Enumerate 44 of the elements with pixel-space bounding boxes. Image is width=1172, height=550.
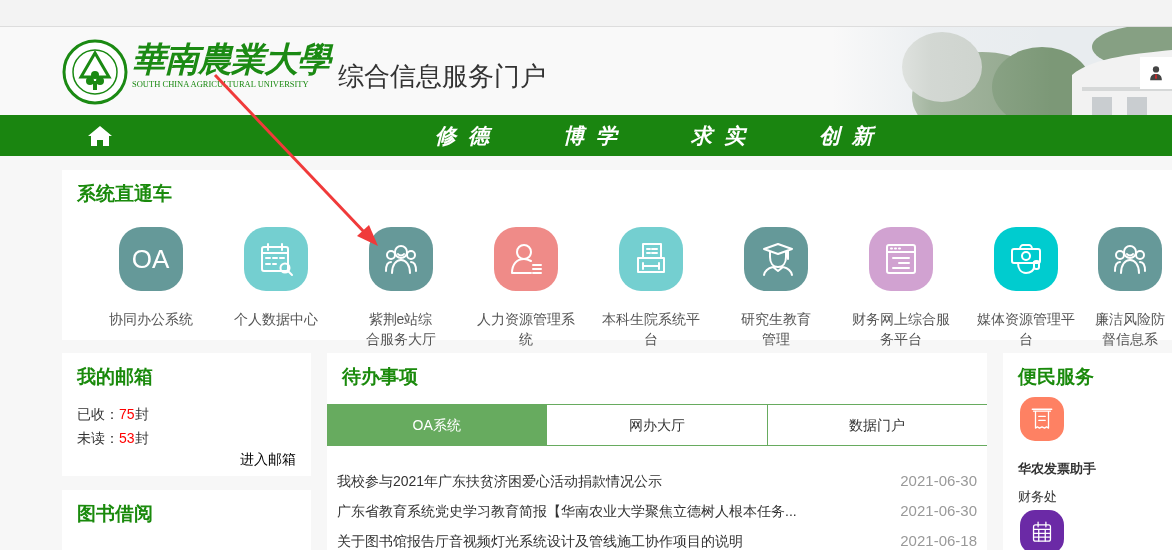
system-label[interactable]: 本科生院系统平 台	[601, 309, 700, 349]
system-label[interactable]: 财务网上综合服 务平台	[851, 309, 950, 349]
portal-title: 综合信息服务门户	[338, 60, 546, 93]
system-tile[interactable]	[618, 227, 683, 291]
todo-link[interactable]: 关于图书馆报告厅音视频灯光系统设计及管线施工协作项目的说明	[337, 530, 743, 550]
motto-text: 博学	[563, 121, 630, 150]
system-label[interactable]: 廉洁风险防 督信息系	[1095, 309, 1165, 349]
service-tile[interactable]	[1020, 510, 1064, 550]
section-title: 系统直通车	[76, 182, 173, 206]
system-tile[interactable]	[993, 227, 1058, 291]
system-label[interactable]: 个人数据中心	[233, 309, 318, 329]
system-label[interactable]: 紫荆e站综 合服务大厅	[365, 309, 436, 349]
card-title: 待办事项	[340, 365, 419, 389]
service-department: 财务处	[1018, 487, 1058, 506]
todo-date: 2021-06-30	[900, 500, 977, 521]
user-icon[interactable]	[1147, 64, 1165, 82]
system-tile[interactable]	[1098, 227, 1162, 291]
system-label[interactable]: 人力资源管理系 统	[476, 309, 575, 349]
home-icon[interactable]	[88, 124, 112, 147]
card-title: 我的邮箱	[77, 365, 154, 389]
service-title: 华农发票助手	[1018, 460, 1097, 478]
mail-count: 未读：53封	[77, 429, 150, 448]
motto-text: 求实	[691, 121, 758, 150]
todo-date: 2021-06-18	[900, 530, 977, 550]
system-label[interactable]: 媒体资源管理平 台	[976, 309, 1075, 349]
mailbox-link[interactable]: 进入邮箱	[240, 449, 296, 470]
mail-count: 已收：75封	[77, 405, 150, 424]
system-tile[interactable]	[868, 227, 933, 291]
motto-text: 修德	[435, 121, 502, 150]
todo-link[interactable]: 广东省教育系统党史学习教育简报【华南农业大学聚焦立德树人根本任务...	[337, 500, 797, 522]
todo-link[interactable]: 我校参与2021年广东扶贫济困爱心活动捐款情况公示	[337, 470, 663, 492]
system-tile[interactable]	[743, 227, 808, 291]
system-tile[interactable]	[493, 227, 558, 291]
service-tile[interactable]	[1020, 397, 1064, 441]
university-seal-icon	[62, 39, 128, 105]
todo-date: 2021-06-30	[900, 470, 977, 491]
system-tile[interactable]	[243, 227, 308, 291]
card-title: 便民服务	[1018, 365, 1095, 389]
system-label[interactable]: 协同办公系统	[108, 309, 193, 329]
card-title: 图书借阅	[77, 502, 154, 526]
motto-text: 创新	[819, 121, 886, 150]
system-tile[interactable]	[368, 227, 433, 291]
system-label[interactable]: 研究生教育 管理	[740, 309, 811, 349]
receipt-icon	[1029, 406, 1055, 432]
